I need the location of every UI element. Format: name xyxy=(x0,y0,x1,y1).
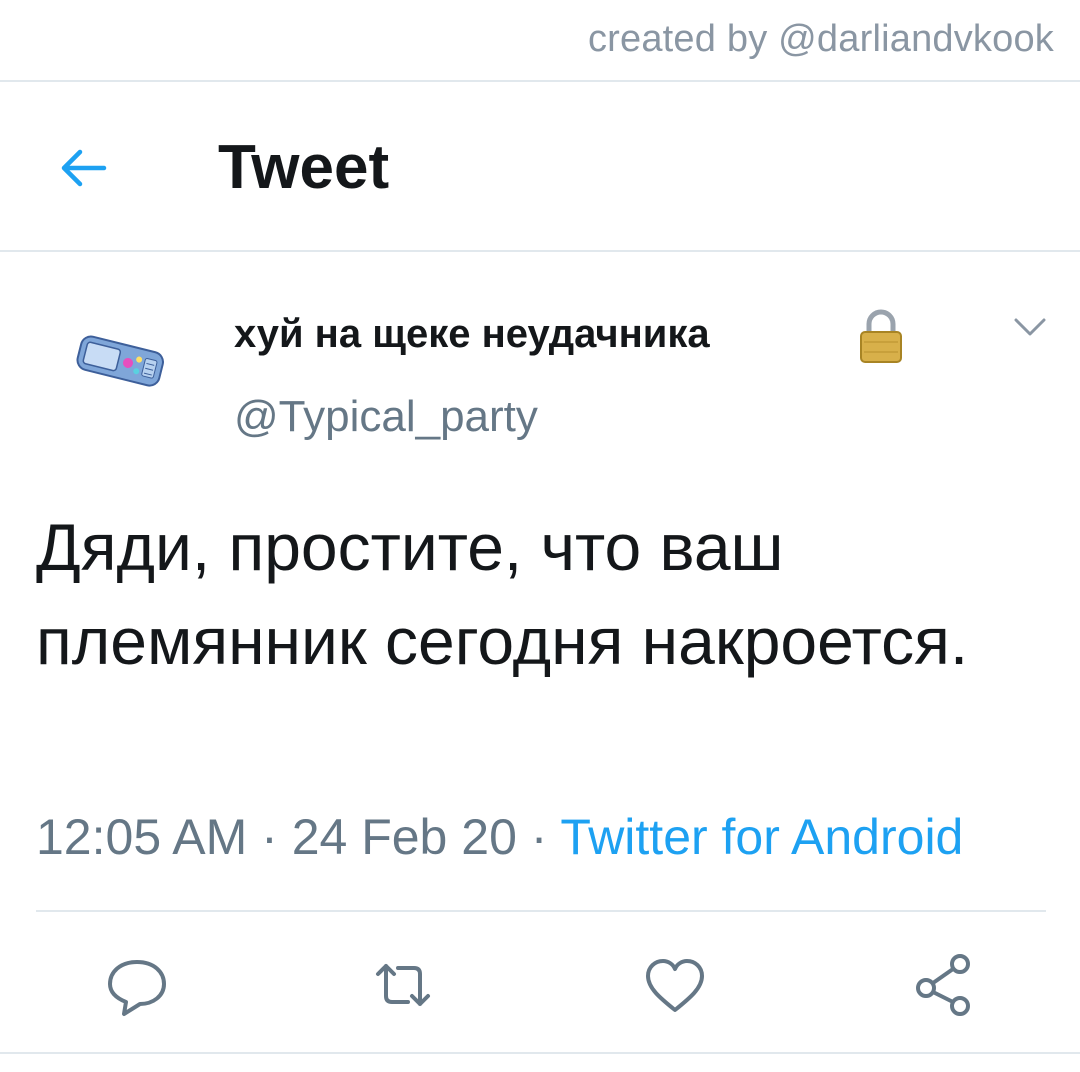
bottom-divider xyxy=(0,1052,1080,1054)
like-icon xyxy=(646,959,704,1012)
meta-separator: · xyxy=(247,809,292,865)
tweet-actions xyxy=(0,940,1080,1030)
credit-bar: created by @darliandvkook xyxy=(0,0,1080,82)
divider xyxy=(36,910,1046,912)
retweet-button[interactable] xyxy=(368,950,438,1020)
phone-avatar-icon xyxy=(76,335,164,387)
arrow-left-icon xyxy=(61,149,107,187)
retweet-icon xyxy=(376,964,430,1006)
page-title: Tweet xyxy=(218,133,390,202)
tweet-options-button[interactable] xyxy=(1010,312,1050,342)
avatar[interactable] xyxy=(70,322,170,402)
reply-button[interactable] xyxy=(102,950,172,1020)
display-name[interactable]: хуй на щеке неудачника xyxy=(234,312,710,357)
header: Tweet xyxy=(0,82,1080,252)
lock-icon xyxy=(856,306,906,366)
credit-text: created by @darliandvkook xyxy=(587,18,1054,60)
back-button[interactable] xyxy=(54,138,114,198)
tweet-source-link[interactable]: Twitter for Android xyxy=(560,809,963,865)
share-icon xyxy=(916,954,970,1016)
share-button[interactable] xyxy=(910,950,980,1020)
like-button[interactable] xyxy=(640,950,710,1020)
tweet-meta: 12:05 AM · 24 Feb 20 · Twitter for Andro… xyxy=(36,808,963,866)
tweet-date: 24 Feb 20 xyxy=(291,809,517,865)
tweet-text: Дяди, простите, что ваш племянник сегодн… xyxy=(36,510,969,678)
tweet-time: 12:05 AM xyxy=(36,809,248,865)
meta-separator: · xyxy=(516,809,561,865)
reply-icon xyxy=(108,960,166,1016)
user-handle[interactable]: @Typical_party xyxy=(234,392,538,442)
chevron-down-icon xyxy=(1014,318,1046,336)
